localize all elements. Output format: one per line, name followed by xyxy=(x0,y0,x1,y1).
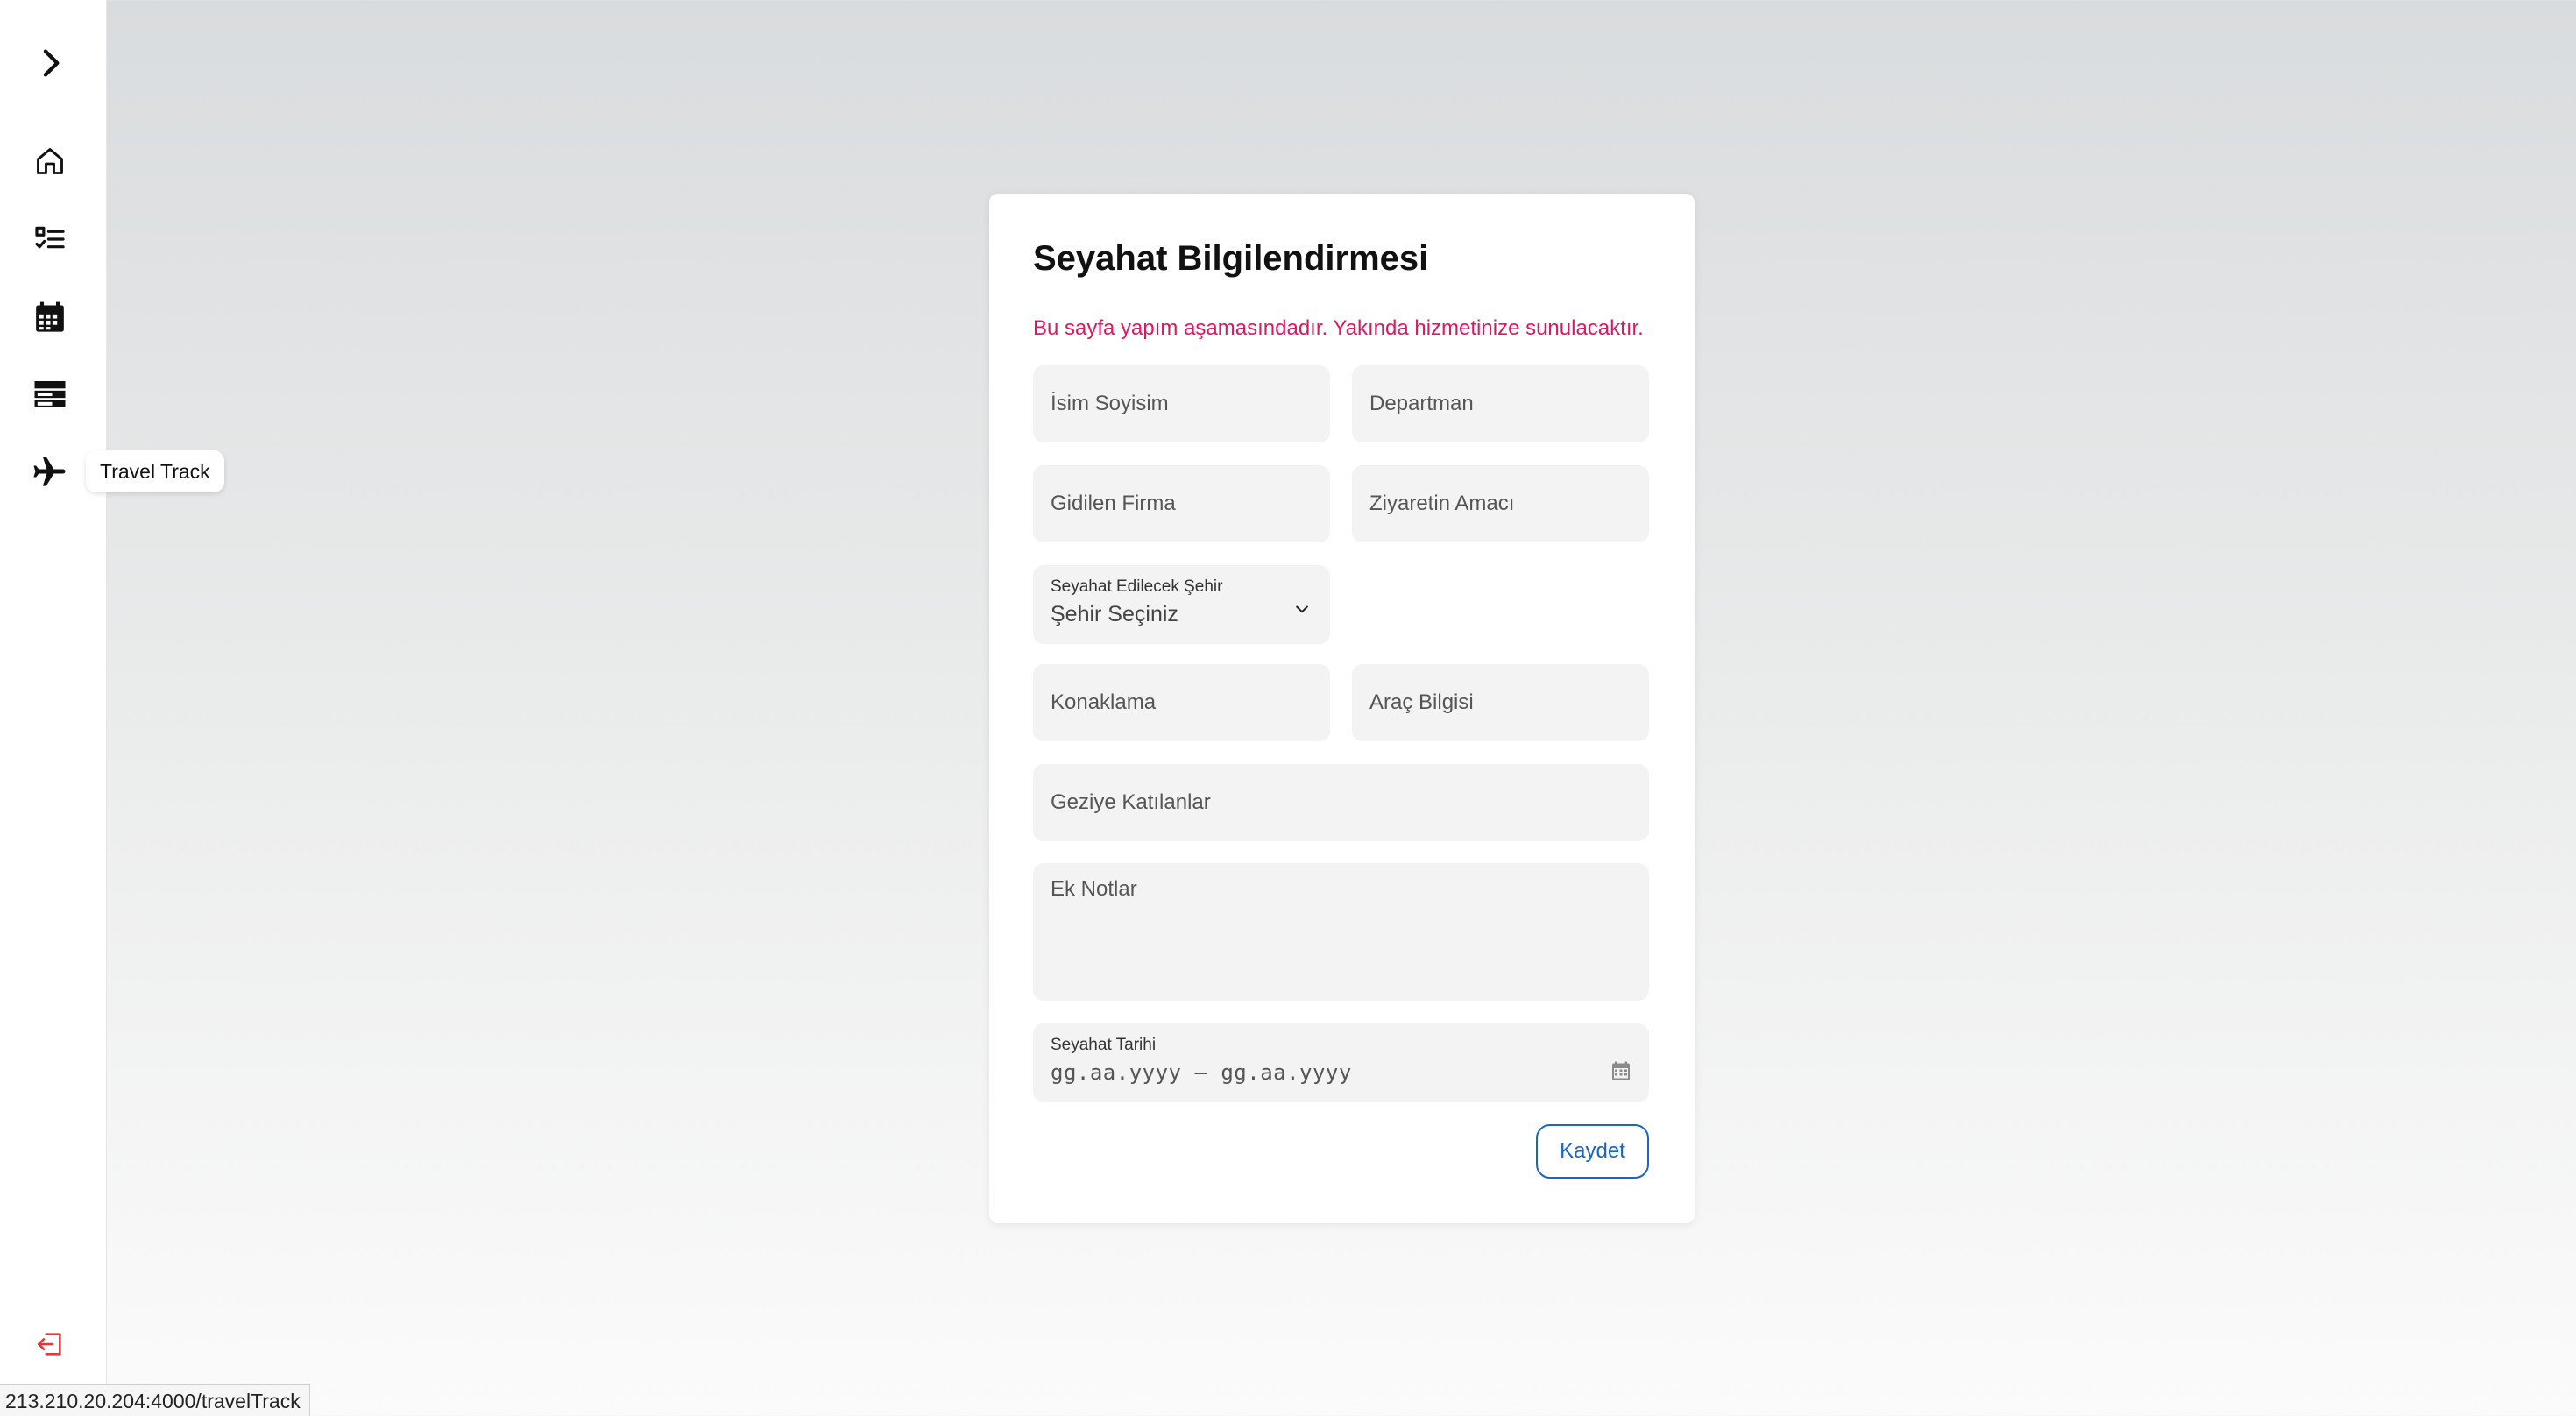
save-button[interactable]: Kaydet xyxy=(1536,1124,1649,1179)
sidebar-item-storage[interactable] xyxy=(18,363,81,426)
chevron-right-icon xyxy=(43,49,60,77)
name-input[interactable]: İsim Soyisim xyxy=(1033,365,1330,442)
visit-purpose-input[interactable]: Ziyaretin Amacı xyxy=(1352,465,1649,542)
name-placeholder: İsim Soyisim xyxy=(1051,392,1169,415)
calendar-picker-icon[interactable] xyxy=(1610,1060,1631,1081)
home-icon xyxy=(37,148,63,174)
sidebar-item-home[interactable] xyxy=(18,130,81,193)
travel-date-value: gg.aa.yyyy – gg.aa.yyyy xyxy=(1051,1060,1352,1085)
logout-icon xyxy=(37,1333,61,1356)
travel-date-range-input[interactable]: Seyahat Tarihi gg.aa.yyyy – gg.aa.yyyy xyxy=(1033,1023,1649,1102)
notes-textarea[interactable]: Ek Notlar xyxy=(1033,863,1649,1001)
sidebar-item-tasks[interactable] xyxy=(18,208,81,271)
airplane-icon xyxy=(33,457,66,486)
travel-date-label: Seyahat Tarihi xyxy=(1051,1036,1157,1054)
visit-purpose-placeholder: Ziyaretin Amacı xyxy=(1369,492,1515,515)
page-title: Seyahat Bilgilendirmesi xyxy=(1033,239,1429,278)
status-bar-url: 213.210.20.204:4000/travelTrack xyxy=(0,1384,310,1416)
travel-track-tooltip: Travel Track xyxy=(86,450,224,492)
participants-placeholder: Geziye Katılanlar xyxy=(1051,790,1211,814)
checklist-icon xyxy=(35,226,65,249)
accommodation-input[interactable]: Konaklama xyxy=(1033,664,1330,741)
calendar-icon xyxy=(36,301,64,332)
company-input[interactable]: Gidilen Firma xyxy=(1033,465,1330,542)
company-placeholder: Gidilen Firma xyxy=(1051,492,1176,515)
city-select[interactable]: Seyahat Edilecek Şehir Şehir Seçiniz xyxy=(1033,565,1330,644)
participants-input[interactable]: Geziye Katılanlar xyxy=(1033,764,1649,841)
travel-form-card: Seyahat Bilgilendirmesi Bu sayfa yapım a… xyxy=(989,194,1695,1223)
sidebar-toggle-button[interactable] xyxy=(18,32,81,95)
city-select-label: Seyahat Edilecek Şehir xyxy=(1051,577,1223,596)
vehicle-info-input[interactable]: Araç Bilgisi xyxy=(1352,664,1649,741)
notes-placeholder: Ek Notlar xyxy=(1051,877,1137,901)
department-placeholder: Departman xyxy=(1369,392,1474,415)
storage-icon xyxy=(34,381,66,407)
construction-warning: Bu sayfa yapım aşamasındadır. Yakında hi… xyxy=(1033,316,1644,340)
sidebar-item-travel-track[interactable] xyxy=(18,440,81,503)
logout-button[interactable] xyxy=(18,1313,81,1376)
city-select-value: Şehir Seçiniz xyxy=(1051,602,1178,627)
vehicle-info-placeholder: Araç Bilgisi xyxy=(1369,690,1474,714)
department-input[interactable]: Departman xyxy=(1352,365,1649,442)
accommodation-placeholder: Konaklama xyxy=(1051,690,1157,714)
sidebar-item-calendar[interactable] xyxy=(18,286,81,349)
chevron-down-icon xyxy=(1296,605,1308,613)
sidebar xyxy=(0,0,107,1416)
